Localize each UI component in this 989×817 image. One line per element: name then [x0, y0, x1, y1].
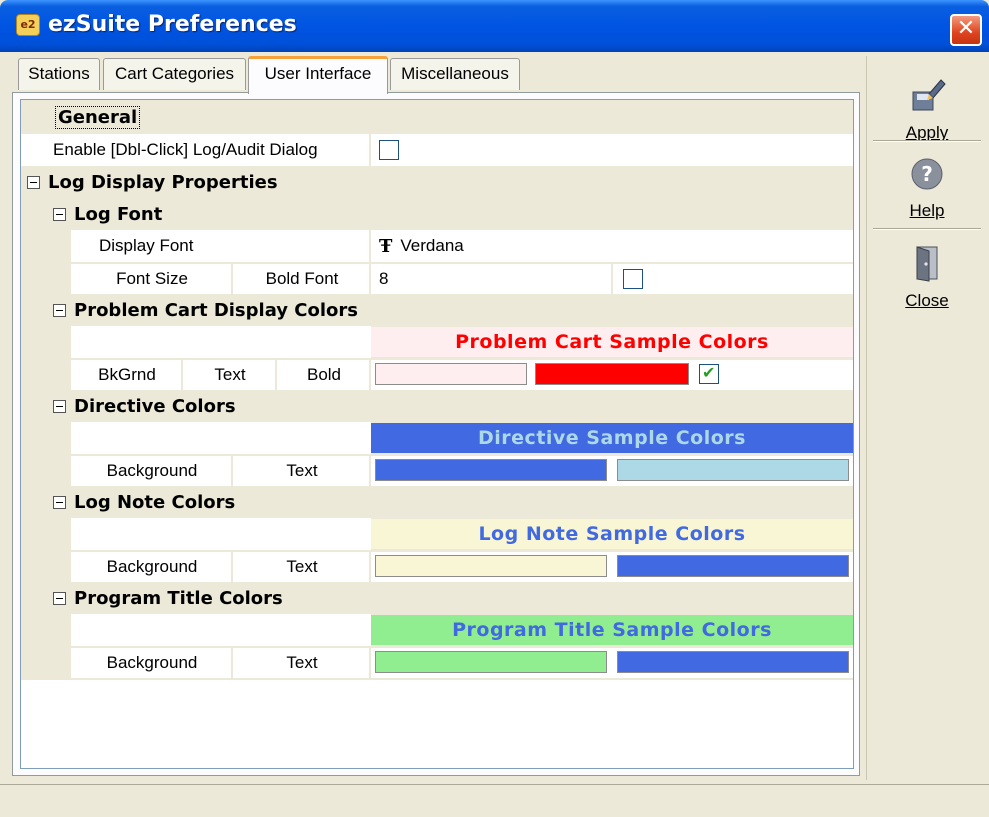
- category-log-note[interactable]: Log Note Colors: [21, 486, 853, 518]
- directive-background-swatch[interactable]: [375, 459, 607, 481]
- toolbar-divider: [873, 140, 981, 142]
- bkgrnd-label: BkGrnd: [71, 358, 183, 390]
- program-title-background-label: Background: [71, 646, 233, 678]
- problem-cart-background-swatch[interactable]: [375, 363, 527, 385]
- apply-button[interactable]: Apply: [867, 74, 987, 143]
- log-note-background-label: Background: [71, 550, 233, 582]
- collapse-icon[interactable]: [53, 303, 66, 317]
- toolbar-divider: [873, 228, 981, 230]
- app-icon: e2: [16, 14, 40, 36]
- directive-sample-banner: Directive Sample Colors: [371, 423, 853, 453]
- property-row-problem-cart-sample: Problem Cart Sample Colors: [21, 326, 853, 358]
- property-row-font-size: Font Size Bold Font 8: [21, 262, 853, 294]
- property-row-directive-sample: Directive Sample Colors: [21, 422, 853, 454]
- program-title-text-label: Text: [231, 646, 371, 678]
- problem-cart-bold-checkbox[interactable]: [699, 363, 719, 384]
- program-title-label: Program Title Colors: [74, 587, 283, 609]
- property-grid: General Enable [Dbl-Click] Log/Audit Dia…: [20, 99, 854, 769]
- enable-dblclick-checkbox[interactable]: [379, 140, 399, 160]
- tab-miscellaneous[interactable]: Miscellaneous: [390, 58, 520, 90]
- enable-dblclick-label: Enable [Dbl-Click] Log/Audit Dialog: [53, 140, 318, 159]
- property-row-problem-cart-colors: BkGrnd Text Bold: [21, 358, 853, 390]
- category-directive[interactable]: Directive Colors: [21, 390, 853, 422]
- directive-label: Directive Colors: [74, 395, 236, 417]
- preferences-window: e2 ezSuite Preferences ✕ Stations Cart C…: [0, 0, 989, 817]
- close-icon: ✕: [956, 16, 976, 41]
- log-font-label: Log Font: [74, 203, 163, 225]
- program-title-background-swatch[interactable]: [375, 651, 607, 673]
- property-row-log-note-sample: Log Note Sample Colors: [21, 518, 853, 550]
- collapse-icon[interactable]: [53, 591, 66, 605]
- category-general[interactable]: General: [21, 100, 853, 134]
- font-icon: Ŧ: [379, 235, 393, 257]
- tab-stations[interactable]: Stations: [18, 58, 100, 90]
- property-row-directive-colors: Background Text: [21, 454, 853, 486]
- collapse-icon[interactable]: [27, 175, 40, 189]
- property-row-log-note-colors: Background Text: [21, 550, 853, 582]
- status-bar: [0, 784, 989, 817]
- category-log-font[interactable]: Log Font: [21, 198, 853, 230]
- close-button[interactable]: Close: [867, 244, 987, 311]
- log-note-sample-banner: Log Note Sample Colors: [371, 519, 853, 549]
- close-window-button[interactable]: ✕: [950, 14, 982, 46]
- collapse-icon[interactable]: [53, 495, 66, 509]
- font-size-value[interactable]: 8: [369, 262, 613, 294]
- problem-cart-sample-banner: Problem Cart Sample Colors: [371, 327, 853, 357]
- right-toolbar: Apply ? Help Close: [866, 56, 988, 780]
- font-size-label: Font Size: [71, 262, 233, 294]
- collapse-icon[interactable]: [53, 207, 66, 221]
- log-display-label: Log Display Properties: [48, 171, 278, 193]
- grid-divider: [21, 678, 853, 680]
- help-icon: ?: [911, 158, 943, 190]
- property-row-program-title-sample: Program Title Sample Colors: [21, 614, 853, 646]
- program-title-text-swatch[interactable]: [617, 651, 849, 673]
- problem-cart-label: Problem Cart Display Colors: [74, 299, 359, 321]
- directive-text-swatch[interactable]: [617, 459, 849, 481]
- category-log-display[interactable]: Log Display Properties: [21, 166, 853, 198]
- help-label: Help: [909, 201, 945, 220]
- log-note-label: Log Note Colors: [74, 491, 236, 513]
- program-title-sample-banner: Program Title Sample Colors: [371, 615, 853, 645]
- category-problem-cart[interactable]: Problem Cart Display Colors: [21, 294, 853, 326]
- log-note-text-label: Text: [231, 550, 371, 582]
- category-program-title[interactable]: Program Title Colors: [21, 582, 853, 614]
- log-note-text-swatch[interactable]: [617, 555, 849, 577]
- directive-background-label: Background: [71, 454, 233, 486]
- user-interface-panel: General Enable [Dbl-Click] Log/Audit Dia…: [12, 92, 860, 776]
- display-font-label: Display Font: [71, 230, 371, 262]
- problem-cart-text-swatch[interactable]: [535, 363, 689, 385]
- bold-font-checkbox[interactable]: [623, 269, 643, 289]
- property-row-program-title-colors: Background Text: [21, 646, 853, 678]
- door-icon: [916, 246, 938, 282]
- property-row-enable-dblclick: Enable [Dbl-Click] Log/Audit Dialog: [21, 134, 853, 166]
- close-label: Close: [905, 291, 949, 310]
- bold-label: Bold: [275, 358, 371, 390]
- bold-font-label: Bold Font: [231, 262, 371, 294]
- general-label: General: [55, 105, 141, 129]
- text-label: Text: [181, 358, 277, 390]
- title-bar[interactable]: e2 ezSuite Preferences ✕: [0, 0, 989, 52]
- property-row-display-font: Display Font Ŧ Verdana: [21, 230, 853, 262]
- tab-user-interface[interactable]: User Interface: [248, 56, 388, 94]
- help-button[interactable]: ? Help: [867, 156, 987, 221]
- svg-text:?: ?: [921, 162, 933, 186]
- tab-cart-categories[interactable]: Cart Categories: [103, 58, 246, 90]
- window-title: ezSuite Preferences: [48, 12, 297, 37]
- directive-text-label: Text: [231, 454, 371, 486]
- log-note-background-swatch[interactable]: [375, 555, 607, 577]
- display-font-value[interactable]: Ŧ Verdana: [369, 230, 853, 262]
- collapse-icon[interactable]: [53, 399, 66, 413]
- apply-icon: [912, 79, 946, 111]
